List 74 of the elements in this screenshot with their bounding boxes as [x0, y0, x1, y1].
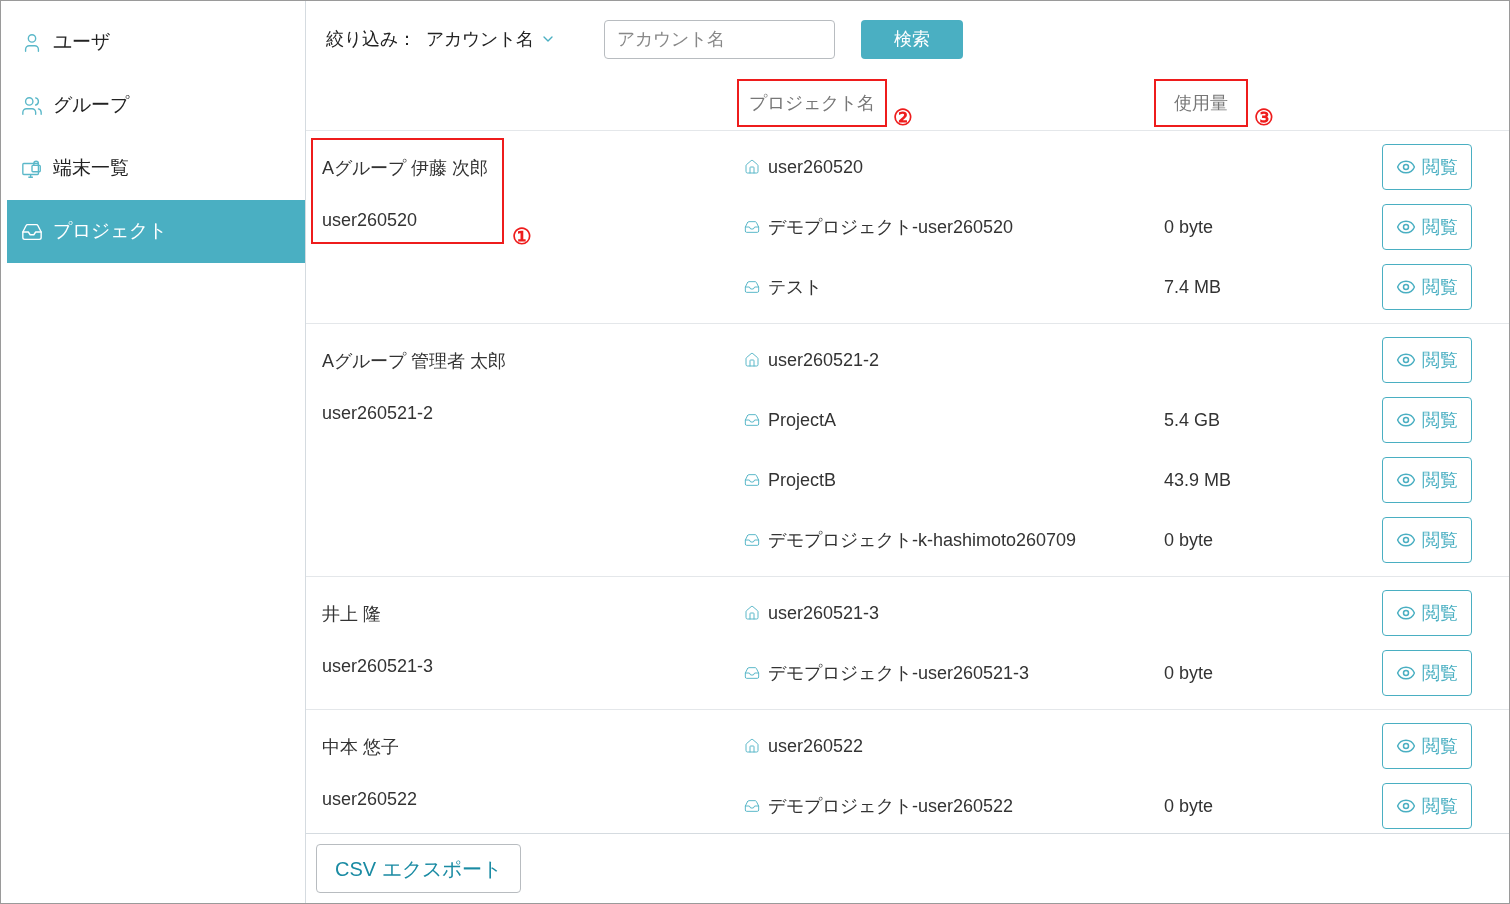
usage-value: 7.4 MB	[1164, 276, 1222, 297]
view-button[interactable]: 閲覧	[1382, 650, 1472, 696]
eye-icon	[1396, 470, 1416, 490]
view-button[interactable]: 閲覧	[1382, 397, 1472, 443]
column-header: プロジェクト名	[737, 79, 887, 127]
sidebar-item[interactable]: ユーザ	[7, 11, 305, 74]
account-name: 井上 隆	[322, 603, 382, 626]
home-icon	[744, 352, 760, 368]
usage-value: 5.4 GB	[1164, 409, 1221, 430]
view-button[interactable]: 閲覧	[1382, 723, 1472, 769]
eye-icon	[1396, 603, 1416, 623]
project-name: ProjectB	[768, 468, 837, 492]
account-name: Aグループ 管理者 太郎	[322, 350, 506, 373]
eye-icon	[1396, 410, 1416, 430]
usage-value: 43.9 MB	[1164, 469, 1232, 490]
filter-dropdown[interactable]: アカウント名	[426, 25, 556, 53]
view-button[interactable]: 閲覧	[1382, 590, 1472, 636]
project-name: ProjectA	[768, 408, 837, 432]
account-name: 中本 悠子	[322, 736, 400, 759]
view-button[interactable]: 閲覧	[1382, 457, 1472, 503]
inbox-icon	[744, 665, 760, 681]
sidebar-item[interactable]: プロジェクト	[7, 200, 305, 263]
view-button[interactable]: 閲覧	[1382, 264, 1472, 310]
project-name: user260521-3	[768, 601, 880, 625]
inbox-icon	[744, 219, 760, 235]
account-id: user260520	[322, 209, 419, 232]
eye-icon	[1396, 350, 1416, 370]
project-name: user260520	[768, 155, 864, 179]
inbox-icon	[744, 798, 760, 814]
usage-value: 0 byte	[1164, 662, 1214, 683]
filter-label: 絞り込み：	[326, 27, 416, 51]
account-id: user260521-2	[322, 402, 435, 425]
project-name: user260521-2	[768, 348, 880, 372]
project-name: デモプロジェクト-user260520	[768, 215, 1014, 239]
inbox-icon	[744, 279, 760, 295]
home-icon	[744, 738, 760, 754]
sidebar-item[interactable]: グループ	[7, 74, 305, 137]
project-name: デモプロジェクト-user260521-3	[768, 661, 1030, 685]
eye-icon	[1396, 530, 1416, 550]
eye-icon	[1396, 736, 1416, 756]
project-name: デモプロジェクト-user260522	[768, 794, 1014, 818]
view-button[interactable]: 閲覧	[1382, 517, 1472, 563]
usage-value: 0 byte	[1164, 795, 1214, 816]
home-icon	[744, 159, 760, 175]
inbox-icon	[744, 472, 760, 488]
view-button[interactable]: 閲覧	[1382, 204, 1472, 250]
inbox-icon	[744, 532, 760, 548]
project-name: テスト	[768, 275, 822, 299]
csv-export-button[interactable]: CSV エクスポート	[316, 844, 521, 893]
account-name: Aグループ 伊藤 次郎	[322, 157, 488, 180]
callout-number: ③	[1254, 107, 1274, 129]
project-name: user260522	[768, 734, 864, 758]
eye-icon	[1396, 217, 1416, 237]
inbox-icon	[744, 412, 760, 428]
view-button[interactable]: 閲覧	[1382, 337, 1472, 383]
search-button[interactable]: 検索	[861, 19, 963, 59]
eye-icon	[1396, 157, 1416, 177]
account-id: user260522	[322, 788, 418, 811]
view-button[interactable]: 閲覧	[1382, 144, 1472, 190]
eye-icon	[1396, 277, 1416, 297]
project-name: デモプロジェクト-k-hashimoto260709	[768, 528, 1077, 552]
search-field[interactable]: アカウント名	[604, 19, 835, 59]
eye-icon	[1396, 663, 1416, 683]
home-icon	[744, 605, 760, 621]
view-button[interactable]: 閲覧	[1382, 783, 1472, 829]
usage-value: 0 byte	[1164, 529, 1214, 550]
eye-icon	[1396, 796, 1416, 816]
account-id: user260521-3	[322, 655, 434, 678]
users-icon	[21, 94, 43, 117]
column-header: 使用量	[1154, 79, 1248, 127]
sidebar-item[interactable]: 端末一覧	[7, 137, 305, 200]
callout-number: ②	[893, 107, 913, 129]
usage-value: 0 byte	[1164, 216, 1214, 237]
callout-number: ①	[512, 226, 532, 248]
